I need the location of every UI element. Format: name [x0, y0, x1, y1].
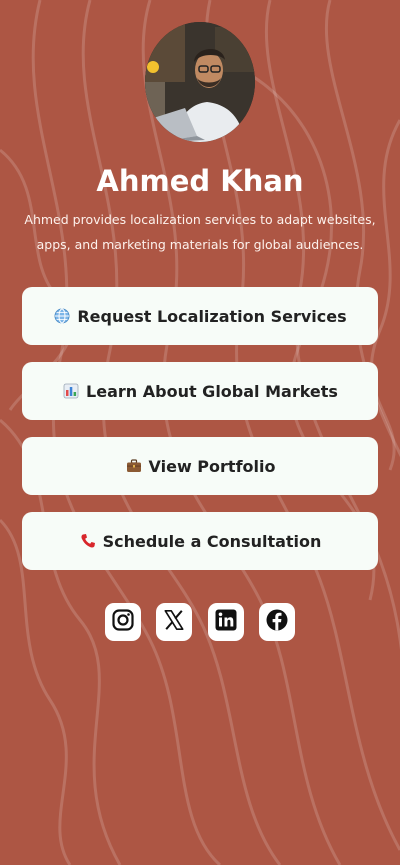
profile-name: Ahmed Khan — [96, 164, 304, 198]
facebook-link[interactable] — [259, 603, 295, 641]
link-label: View Portfolio — [148, 456, 276, 476]
instagram-link[interactable] — [105, 603, 141, 641]
x-link[interactable] — [156, 603, 192, 641]
telephone-icon — [79, 532, 97, 550]
link-label: Learn About Global Markets — [86, 381, 338, 401]
profile-photo — [145, 22, 255, 142]
learn-about-global-markets-button[interactable]: Learn About Global Markets — [22, 362, 378, 420]
profile-bio: Ahmed provides localization services to … — [24, 212, 376, 252]
link-in-bio-page: Ahmed Khan Ahmed provides localization s… — [0, 0, 400, 865]
schedule-consultation-button[interactable]: Schedule a Consultation — [22, 512, 378, 570]
linkedin-icon — [214, 608, 238, 636]
view-portfolio-button[interactable]: View Portfolio — [22, 437, 378, 495]
profile-avatar — [145, 22, 255, 142]
globe-icon — [53, 307, 71, 325]
briefcase-icon — [125, 457, 143, 475]
request-localization-services-button[interactable]: Request Localization Services — [22, 287, 378, 345]
link-label: Schedule a Consultation — [102, 531, 322, 551]
bar-chart-icon — [62, 382, 80, 400]
instagram-icon — [111, 608, 135, 636]
link-label: Request Localization Services — [77, 306, 347, 326]
linkedin-link[interactable] — [208, 603, 244, 641]
x-icon — [163, 609, 185, 635]
facebook-icon — [265, 608, 289, 636]
